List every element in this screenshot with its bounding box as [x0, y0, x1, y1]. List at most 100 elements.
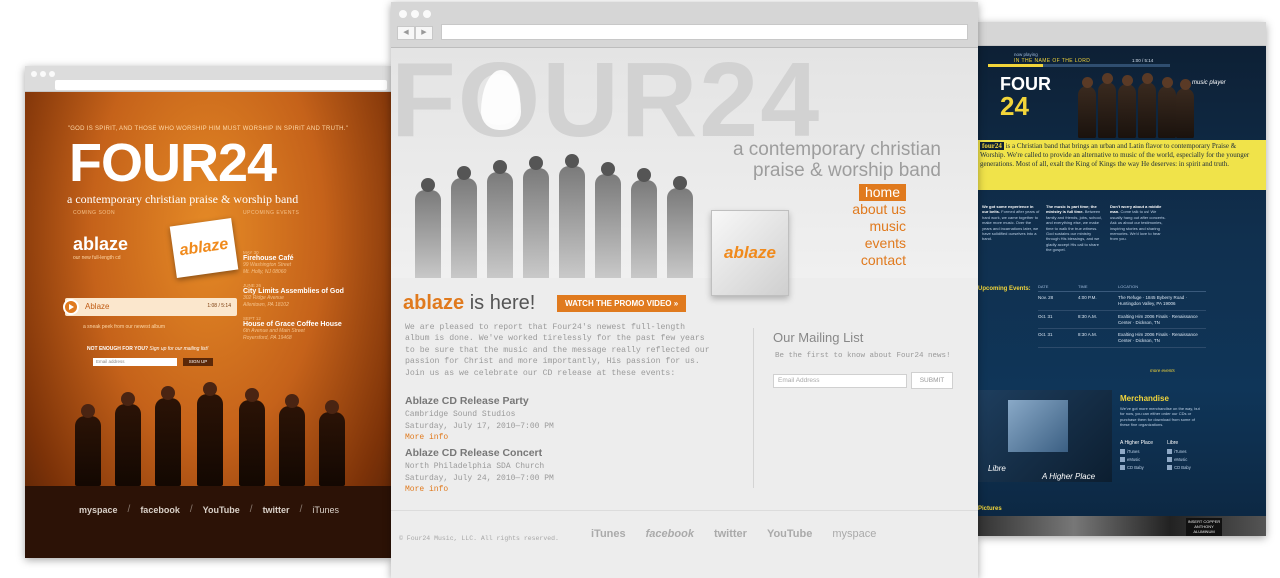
table-header: DATE TIME LOCATION — [1038, 284, 1206, 292]
signup-button[interactable]: SIGN UP — [183, 358, 213, 366]
more-events-link[interactable]: more events — [1150, 368, 1175, 373]
event-datetime: Saturday, July 24, 2010—7:00 PM — [405, 473, 554, 483]
mailing-prompt: NOT ENOUGH FOR YOU? Sign up for our mail… — [87, 346, 208, 352]
youtube-link[interactable]: YouTube — [203, 505, 240, 515]
blue-site-page: now playing IN THE NAME OF THE LORD 1:00… — [978, 46, 1266, 536]
intro-brand: four24 — [980, 142, 1004, 150]
event-item[interactable]: JUNE 26 City Limits Assemblies of God 30… — [243, 283, 378, 308]
album-cover[interactable]: ablaze — [169, 217, 239, 279]
event-venue: Cambridge Sound Studios — [405, 410, 516, 420]
cd-cover — [1008, 400, 1068, 452]
player-track-name: Ablaze — [85, 302, 110, 311]
more-info-link[interactable]: More info — [405, 484, 554, 496]
watch-promo-button[interactable]: WATCH THE PROMO VIDEO » — [557, 295, 687, 312]
event-city: Royersford, PA 19468 — [243, 334, 292, 341]
event-name: Firehouse Café — [243, 255, 294, 262]
now-playing-label: now playing — [1014, 52, 1038, 57]
event-datetime: Saturday, July 17, 2010—7:00 PM — [405, 421, 554, 431]
nav-contact[interactable]: contact — [852, 252, 906, 269]
headline-rest: is here! — [464, 292, 536, 314]
itunes-link[interactable]: iTunes — [312, 505, 339, 515]
mailing-list-sub: Be the first to know about Four24 news! — [775, 352, 951, 360]
playback-progress[interactable] — [988, 64, 1170, 67]
twitter-link[interactable]: twitter — [263, 505, 290, 515]
browser-toolbar: ◀ ▶ — [391, 2, 978, 48]
photo-strip[interactable] — [978, 516, 1266, 536]
album-cover-label: ablaze — [724, 243, 776, 262]
event-city: Allentown, PA 18102 — [243, 301, 289, 308]
social-links: myspace / facebook / YouTube / twitter / iTu… — [79, 504, 340, 515]
music-player-link[interactable]: music player — [1192, 80, 1226, 86]
event-item[interactable]: MAY 30 Firehouse Café 99 Washington Stre… — [243, 250, 378, 275]
history-buttons: ◀ ▶ — [397, 26, 433, 40]
myspace-link[interactable]: myspace — [832, 528, 876, 540]
store-link[interactable]: CD Baby — [1120, 465, 1153, 470]
site-logo[interactable]: FOUR 24 — [1000, 74, 1051, 119]
myspace-link[interactable]: myspace — [79, 505, 118, 515]
about-columns: We got some experience in our belts. For… — [982, 204, 1168, 253]
forward-arrow-icon[interactable]: ▶ — [415, 26, 433, 40]
tagline-line-1: a contemporary christian — [732, 139, 941, 160]
facebook-link[interactable]: facebook — [140, 505, 180, 515]
nav-music[interactable]: music — [852, 218, 906, 235]
upcoming-heading: Upcoming Events: — [978, 286, 1031, 292]
twitter-link[interactable]: twitter — [714, 528, 747, 540]
table-row[interactable]: Oct. 31 8:30 A.M. Exalting Him 2006 Fina… — [1038, 311, 1206, 330]
nav-about-us[interactable]: about us — [852, 201, 906, 218]
itunes-link[interactable]: iTunes — [591, 528, 626, 540]
store-link[interactable]: iTunes — [1167, 449, 1191, 454]
about-body: Come talk to us! We usually hang out aft… — [1110, 209, 1166, 242]
player-time: 1:08 / 5:14 — [207, 303, 231, 309]
event-venue: North Philadelphia SDA Church — [405, 462, 545, 472]
cell-location: Exalting Him 2006 Finals · Renaissance C… — [1118, 313, 1198, 325]
nav-home[interactable]: home — [858, 184, 906, 201]
store-link[interactable]: eMusic — [1120, 457, 1153, 462]
event-title: Ablaze CD Release Party — [405, 395, 529, 407]
event-block: Ablaze CD Release Party Cambridge Sound … — [405, 394, 554, 444]
table-row[interactable]: Oct. 31 8:30 A.M. Exalting Him 2006 Fina… — [1038, 329, 1206, 349]
mailing-prompt-lead: NOT ENOUGH FOR YOU? — [87, 346, 149, 352]
event-block: Ablaze CD Release Concert North Philadel… — [405, 446, 554, 496]
nav-events[interactable]: events — [852, 235, 906, 252]
address-bar[interactable] — [55, 80, 387, 90]
orange-site-page: "GOD IS SPIRIT, AND THOSE WHO WORSHIP HI… — [25, 92, 391, 558]
more-info-link[interactable]: More info — [405, 432, 554, 444]
window-controls[interactable] — [399, 10, 431, 18]
store-link[interactable]: iTunes — [1120, 449, 1153, 454]
coming-soon-label: COMING SOON — [73, 210, 116, 216]
copyright-text: © Four24 Music, LLC. All rights reserved… — [399, 535, 559, 542]
cell-location: Exalting Him 2006 Finals · Renaissance C… — [1118, 332, 1198, 344]
site-logo[interactable]: FOUR24 — [69, 132, 277, 194]
event-item[interactable]: SEPT 12 House of Grace Coffee House 6th … — [243, 316, 378, 341]
cell-date: Oct. 31 — [1038, 332, 1053, 338]
store-link[interactable]: CD Baby — [1167, 465, 1191, 470]
back-arrow-icon[interactable]: ◀ — [397, 26, 415, 40]
address-bar[interactable] — [441, 24, 968, 40]
email-input[interactable]: Email Address — [773, 374, 907, 388]
store-links: A Higher Place iTunes eMusic CD Baby Lib… — [1120, 440, 1191, 473]
table-row[interactable]: Nov. 28 4:00 P.M. The Refuge · 1845 Bybe… — [1038, 292, 1206, 311]
site-tagline: a contemporary christian praise & worshi… — [67, 192, 299, 206]
play-icon[interactable] — [63, 299, 79, 315]
event-name: House of Grace Coffee House — [243, 321, 342, 328]
youtube-link[interactable]: YouTube — [767, 528, 812, 540]
submit-button[interactable]: SUBMIT — [911, 372, 953, 389]
showcase-stage: "GOD IS SPIRIT, AND THOSE WHO WORSHIP HI… — [0, 0, 1280, 578]
mailing-prompt-rest: Sign up for our mailing list! — [149, 346, 209, 352]
col-location: LOCATION — [1118, 284, 1139, 289]
store-link[interactable]: eMusic — [1167, 457, 1191, 462]
cd-label-libre: Libre — [988, 464, 1006, 473]
about-column: We got some experience in our belts. For… — [982, 204, 1040, 253]
email-input[interactable]: Email address — [93, 358, 177, 366]
intro-banner: four24 is a Christian band that brings a… — [978, 140, 1266, 190]
player-caption: a sneak peek from our newest album — [83, 324, 165, 330]
mailing-list-heading: Our Mailing List — [773, 330, 864, 345]
cell-location: The Refuge · 1845 Byberry Road · Hunting… — [1118, 295, 1188, 306]
photo-sign: INSERT COPPER ANTHONY ALUMINUM — [1186, 518, 1222, 536]
event-title: Ablaze CD Release Concert — [405, 447, 543, 459]
album-cd-case[interactable]: ablaze — [711, 210, 789, 296]
cd-artwork: Libre A Higher Place — [978, 390, 1112, 482]
window-controls[interactable] — [31, 71, 55, 77]
event-city: Mt. Holly, NJ 08060 — [243, 268, 287, 275]
facebook-link[interactable]: facebook — [646, 528, 694, 540]
